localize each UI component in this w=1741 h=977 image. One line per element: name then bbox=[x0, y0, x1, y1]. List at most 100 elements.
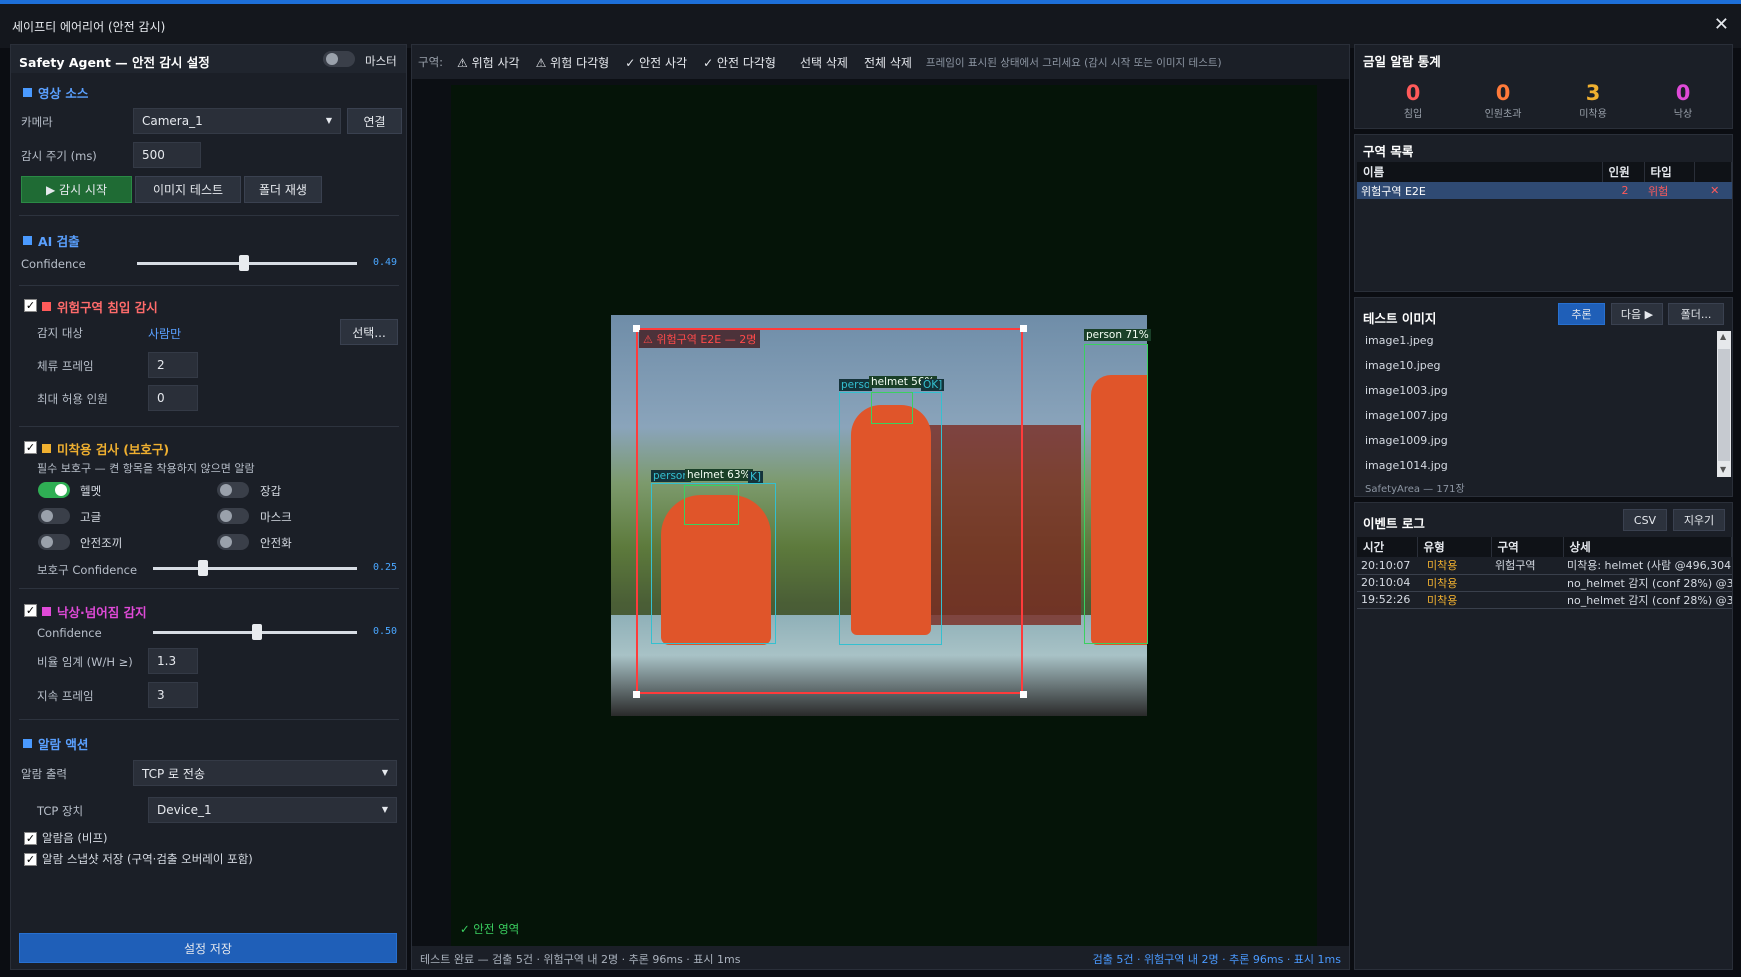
camera-label: 카메라 bbox=[21, 115, 53, 129]
event-type: 미착용 bbox=[1427, 593, 1458, 607]
slider-handle[interactable] bbox=[198, 560, 208, 576]
list-item[interactable]: image1007.jpg bbox=[1365, 409, 1448, 422]
delete-all-button[interactable]: 전체 삭제 bbox=[856, 47, 920, 77]
image-test-button[interactable]: 이미지 테스트 bbox=[135, 176, 241, 203]
fall-confidence-slider[interactable] bbox=[153, 624, 357, 640]
col-name: 이름 bbox=[1357, 162, 1603, 182]
zone-handle[interactable] bbox=[1020, 325, 1027, 332]
close-icon[interactable]: ✕ bbox=[1714, 14, 1729, 35]
zones-title: 구역 목록 bbox=[1363, 144, 1414, 159]
person-box-2 bbox=[839, 392, 942, 645]
divider bbox=[19, 285, 399, 286]
slider-handle[interactable] bbox=[252, 624, 262, 640]
zone-handle[interactable] bbox=[633, 691, 640, 698]
col-actions bbox=[1694, 162, 1732, 182]
delete-selected-button[interactable]: 선택 삭제 bbox=[792, 47, 856, 77]
fall-checkbox[interactable]: ✓ bbox=[24, 604, 37, 617]
ppe-checkbox[interactable]: ✓ bbox=[24, 441, 37, 454]
helmet-toggle[interactable] bbox=[38, 482, 70, 498]
zone-type: 위험 bbox=[1648, 184, 1669, 198]
video-canvas[interactable]: ⚠ 위험구역 E2E — 2명 person helmet 63% K] per… bbox=[451, 85, 1317, 948]
persist-frames-input[interactable]: 3 bbox=[148, 682, 198, 708]
settings-panel: Safety Agent — 안전 감시 설정 마스터 영상 소스 카메라 Ca… bbox=[10, 44, 407, 970]
table-header: 이름 인원 타입 bbox=[1357, 162, 1732, 182]
helmet-box-2 bbox=[871, 392, 913, 424]
clear-log-button[interactable]: 지우기 bbox=[1673, 509, 1725, 531]
max-people-input[interactable]: 0 bbox=[148, 385, 198, 411]
scroll-up-icon[interactable]: ▲ bbox=[1720, 332, 1726, 341]
master-toggle[interactable] bbox=[323, 51, 355, 67]
mask-toggle[interactable] bbox=[217, 508, 249, 524]
max-people-label: 최대 허용 인원 bbox=[37, 392, 108, 406]
danger-poly-button[interactable]: ⚠ 위험 다각형 bbox=[528, 47, 618, 77]
event-zone: 위험구역 bbox=[1495, 559, 1536, 573]
zone-handle[interactable] bbox=[1020, 691, 1027, 698]
stat-intrusion: 0 침입 bbox=[1383, 81, 1443, 120]
folder-button[interactable]: 폴더... bbox=[1668, 303, 1724, 325]
ai-confidence-slider[interactable] bbox=[137, 255, 357, 271]
event-time: 19:52:26 bbox=[1361, 593, 1411, 606]
table-row[interactable]: 20:10:04 미착용 no_helmet 감지 (conf 28%) @31… bbox=[1357, 574, 1732, 591]
shoes-toggle[interactable] bbox=[217, 534, 249, 550]
event-time: 20:10:04 bbox=[1361, 576, 1411, 589]
list-item[interactable]: image1009.jpg bbox=[1365, 434, 1448, 447]
connect-button[interactable]: 연결 bbox=[347, 108, 402, 134]
zone-name: 위험구역 E2E bbox=[1361, 184, 1426, 198]
goggles-toggle[interactable] bbox=[38, 508, 70, 524]
beep-checkbox[interactable]: ✓ bbox=[24, 832, 37, 845]
stat-label: 낙상 bbox=[1673, 109, 1693, 120]
start-monitor-button[interactable]: ▶ 감시 시작 bbox=[21, 176, 132, 203]
helmet-label-1: helmet 63% bbox=[685, 469, 753, 481]
select-target-button[interactable]: 선택... bbox=[340, 319, 398, 345]
status-bar: 테스트 완료 — 검출 5건 · 위험구역 내 2명 · 추론 96ms · 표… bbox=[412, 946, 1349, 969]
frames-input[interactable]: 2 bbox=[148, 352, 198, 378]
table-row[interactable]: 20:10:07 미착용 위험구역 미착용: helmet (사람 @496,3… bbox=[1357, 557, 1732, 574]
alarm-output-select[interactable]: TCP 로 전송 ▼ bbox=[133, 760, 397, 786]
list-item[interactable]: image1.jpeg bbox=[1365, 334, 1434, 347]
stat-noppe: 3 미착용 bbox=[1563, 81, 1623, 120]
status-left: 테스트 완료 — 검출 5건 · 위험구역 내 2명 · 추론 96ms · 표… bbox=[420, 953, 741, 966]
alarm-section-title: 알람 액션 bbox=[23, 734, 88, 753]
table-row[interactable]: 위험구역 E2E 2 위험 ✕ bbox=[1357, 182, 1732, 199]
vest-toggle[interactable] bbox=[38, 534, 70, 550]
danger-rect-button[interactable]: ⚠ 위험 사각 bbox=[449, 47, 528, 77]
list-item[interactable]: image10.jpeg bbox=[1365, 359, 1441, 372]
goggles-label: 고글 bbox=[80, 510, 102, 524]
master-label: 마스터 bbox=[365, 54, 397, 68]
slider-handle[interactable] bbox=[239, 255, 249, 271]
tcp-device-select[interactable]: Device_1 ▼ bbox=[148, 797, 397, 823]
person-tail-2: OK] bbox=[921, 379, 945, 391]
folder-play-button[interactable]: 폴더 재생 bbox=[244, 176, 322, 203]
stats-panel: 금일 알람 통계 0 침입 0 인원초과 3 미착용 0 낙상 bbox=[1354, 44, 1733, 129]
image-list-scrollbar[interactable]: ▲ ▼ bbox=[1717, 331, 1731, 477]
zone-checkbox[interactable]: ✓ bbox=[24, 299, 37, 312]
ratio-input[interactable]: 1.3 bbox=[148, 648, 198, 674]
period-input[interactable]: 500 bbox=[133, 142, 201, 168]
next-button[interactable]: 다음 ▶ bbox=[1611, 303, 1663, 325]
ppe-section-title: 미착용 검사 (보호구) bbox=[42, 439, 169, 458]
scroll-thumb[interactable] bbox=[1718, 349, 1730, 461]
safe-zone-label: ✓ 안전 영역 bbox=[460, 922, 520, 936]
divider bbox=[19, 426, 399, 427]
test-images-panel: 테스트 이미지 추론 다음 ▶ 폴더... image1.jpeg image1… bbox=[1354, 297, 1733, 497]
delete-icon[interactable]: ✕ bbox=[1694, 182, 1732, 199]
zone-count: 2 bbox=[1621, 184, 1629, 197]
list-item[interactable]: image1014.jpg bbox=[1365, 459, 1448, 472]
title-bar: 세이프티 에어리어 (안전 감시) ✕ bbox=[0, 0, 1741, 48]
snapshot-checkbox[interactable]: ✓ bbox=[24, 853, 37, 866]
camera-select[interactable]: Camera_1 ▼ bbox=[133, 108, 341, 134]
safe-rect-button[interactable]: ✓ 안전 사각 bbox=[617, 47, 695, 77]
stat-value: 0 bbox=[1675, 81, 1691, 105]
gloves-toggle[interactable] bbox=[217, 482, 249, 498]
list-item[interactable]: image1003.jpg bbox=[1365, 384, 1448, 397]
event-detail: 미착용: helmet (사람 @496,304) bbox=[1567, 559, 1732, 573]
safe-poly-button[interactable]: ✓ 안전 다각형 bbox=[695, 47, 784, 77]
scroll-down-icon[interactable]: ▼ bbox=[1720, 465, 1726, 474]
csv-button[interactable]: CSV bbox=[1623, 509, 1667, 531]
helmet-label: 헬멧 bbox=[80, 484, 102, 498]
ppe-confidence-slider[interactable] bbox=[153, 560, 357, 576]
save-settings-button[interactable]: 설정 저장 bbox=[19, 933, 397, 963]
table-row[interactable]: 19:52:26 미착용 no_helmet 감지 (conf 28%) @31… bbox=[1357, 591, 1732, 608]
zone-section-title: 위험구역 침입 감시 bbox=[42, 297, 158, 316]
infer-button[interactable]: 추론 bbox=[1558, 303, 1605, 325]
